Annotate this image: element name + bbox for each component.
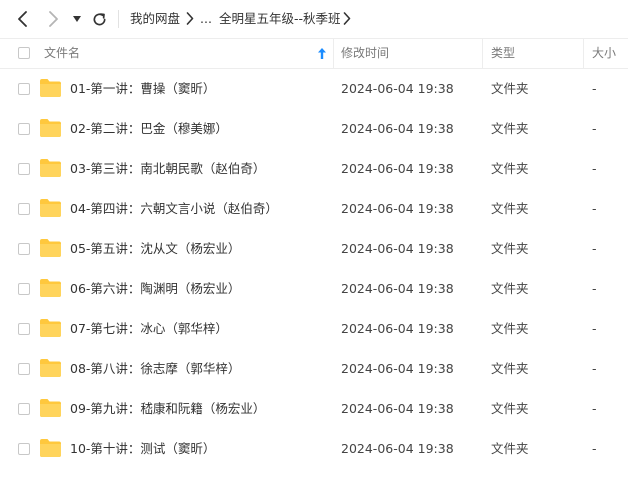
file-modified: 2024-06-04 19:38 [341,241,454,256]
breadcrumb-separator-icon [186,12,194,25]
column-header-name[interactable]: 文件名 [44,39,80,68]
file-type: 文件夹 [491,201,529,216]
chevron-right-icon [49,11,58,27]
file-type: 文件夹 [491,121,529,136]
row-checkbox[interactable] [18,403,30,415]
file-row[interactable]: 04-第四讲：六朝文言小说（赵伯奇） 2024-06-04 19:38 文件夹 … [0,189,628,229]
select-all-checkbox[interactable] [18,47,30,59]
file-list-header: 文件名 修改时间 类型 大小 [0,38,628,69]
row-checkbox[interactable] [18,363,30,375]
column-divider[interactable] [583,39,584,68]
folder-icon [40,79,61,97]
row-checkbox[interactable] [18,203,30,215]
folder-icon [40,279,61,297]
file-row[interactable]: 10-第十讲：测试（窦昕） 2024-06-04 19:38 文件夹 - [0,429,628,469]
file-row[interactable]: 01-第一讲：曹操（窦昕） 2024-06-04 19:38 文件夹 - [0,69,628,109]
file-size: - [592,121,597,136]
file-name[interactable]: 10-第十讲：测试（窦昕） [70,429,215,469]
file-size: - [592,401,597,416]
folder-icon [40,319,61,337]
folder-icon [40,359,61,377]
file-size: - [592,361,597,376]
row-checkbox[interactable] [18,283,30,295]
file-row[interactable]: 05-第五讲：沈从文（杨宏业） 2024-06-04 19:38 文件夹 - [0,229,628,269]
column-divider[interactable] [333,39,334,68]
file-type: 文件夹 [491,81,529,96]
file-row[interactable]: 02-第二讲：巴金（穆美娜） 2024-06-04 19:38 文件夹 - [0,109,628,149]
folder-icon [40,159,61,177]
row-checkbox[interactable] [18,323,30,335]
navigation-bar: 我的网盘 ... 全明星五年级--秋季班 [0,0,628,38]
file-name[interactable]: 03-第三讲：南北朝民歌（赵伯奇） [70,149,265,189]
column-header-type[interactable]: 类型 [491,39,515,68]
file-row[interactable]: 03-第三讲：南北朝民歌（赵伯奇） 2024-06-04 19:38 文件夹 - [0,149,628,189]
file-row[interactable]: 06-第六讲：陶渊明（杨宏业） 2024-06-04 19:38 文件夹 - [0,269,628,309]
folder-icon [40,439,61,457]
file-size: - [592,281,597,296]
folder-icon [40,119,61,137]
file-size: - [592,161,597,176]
refresh-button[interactable] [86,6,112,32]
column-divider[interactable] [482,39,483,68]
folder-icon [40,399,61,417]
breadcrumb-ellipsis[interactable]: ... [200,10,212,28]
file-type: 文件夹 [491,321,529,336]
folder-icon [40,239,61,257]
file-modified: 2024-06-04 19:38 [341,281,454,296]
file-type: 文件夹 [491,401,529,416]
column-header-size[interactable]: 大小 [592,39,616,68]
chevron-left-icon [18,11,27,27]
file-name[interactable]: 07-第七讲：冰心（郭华梓） [70,309,228,349]
file-size: - [592,241,597,256]
breadcrumb-separator-icon [343,12,351,25]
file-modified: 2024-06-04 19:38 [341,401,454,416]
file-type: 文件夹 [491,161,529,176]
breadcrumb-current[interactable]: 全明星五年级--秋季班 [219,10,341,28]
file-modified: 2024-06-04 19:38 [341,161,454,176]
file-size: - [592,201,597,216]
refresh-icon [93,12,105,25]
file-size: - [592,81,597,96]
row-checkbox[interactable] [18,243,30,255]
file-row[interactable]: 09-第九讲：嵇康和阮籍（杨宏业） 2024-06-04 19:38 文件夹 - [0,389,628,429]
file-modified: 2024-06-04 19:38 [341,81,454,96]
row-checkbox[interactable] [18,163,30,175]
file-type: 文件夹 [491,281,529,296]
file-modified: 2024-06-04 19:38 [341,121,454,136]
file-modified: 2024-06-04 19:38 [341,201,454,216]
file-name[interactable]: 06-第六讲：陶渊明（杨宏业） [70,269,240,309]
file-modified: 2024-06-04 19:38 [341,361,454,376]
breadcrumb-root[interactable]: 我的网盘 [130,10,180,28]
file-modified: 2024-06-04 19:38 [341,441,454,456]
file-type: 文件夹 [491,441,529,456]
row-checkbox[interactable] [18,123,30,135]
file-name[interactable]: 05-第五讲：沈从文（杨宏业） [70,229,240,269]
column-header-modified[interactable]: 修改时间 [341,39,389,68]
file-type: 文件夹 [491,241,529,256]
file-name[interactable]: 04-第四讲：六朝文言小说（赵伯奇） [70,189,278,229]
nav-divider [118,10,119,28]
file-name[interactable]: 09-第九讲：嵇康和阮籍（杨宏业） [70,389,265,429]
forward-button[interactable] [40,6,66,32]
file-modified: 2024-06-04 19:38 [341,321,454,336]
file-type: 文件夹 [491,361,529,376]
file-name[interactable]: 01-第一讲：曹操（窦昕） [70,69,215,109]
file-row[interactable]: 08-第八讲：徐志摩（郭华梓） 2024-06-04 19:38 文件夹 - [0,349,628,389]
file-size: - [592,441,597,456]
row-checkbox[interactable] [18,443,30,455]
file-name[interactable]: 02-第二讲：巴金（穆美娜） [70,109,228,149]
back-button[interactable] [10,6,36,32]
row-checkbox[interactable] [18,83,30,95]
file-list: 01-第一讲：曹操（窦昕） 2024-06-04 19:38 文件夹 - 02-… [0,69,628,469]
file-row[interactable]: 07-第七讲：冰心（郭华梓） 2024-06-04 19:38 文件夹 - [0,309,628,349]
folder-icon [40,199,61,217]
sort-ascending-icon[interactable] [318,48,326,59]
file-name[interactable]: 08-第八讲：徐志摩（郭华梓） [70,349,240,389]
file-size: - [592,321,597,336]
caret-down-icon [73,16,81,22]
